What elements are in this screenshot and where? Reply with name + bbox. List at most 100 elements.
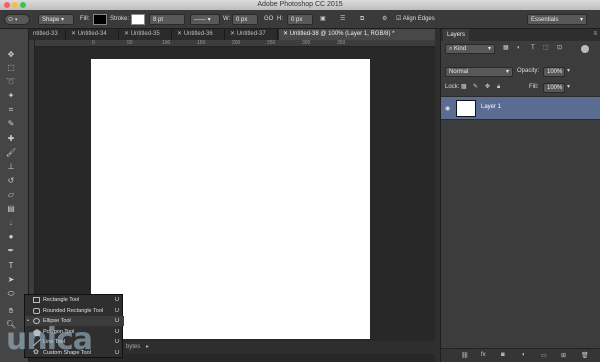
path-operations-icon[interactable]: ▣ xyxy=(320,14,326,25)
lock-transparency-icon[interactable]: ▩ xyxy=(461,83,467,93)
tab-untitled-38[interactable]: ✕ Untitled-38 @ 100% (Layer 1, RGB/8) * xyxy=(279,29,440,40)
rectangle-tool-item[interactable]: Rectangle Tool U xyxy=(25,295,124,305)
history-brush-icon[interactable]: ↺ xyxy=(5,175,17,186)
layers-panel-tabs: Layers ≡ xyxy=(441,29,600,41)
filter-shape-icon[interactable]: ⬚ xyxy=(543,44,549,54)
filter-smart-object-icon[interactable]: ⊡ xyxy=(557,44,562,54)
blend-row: Normal ▾ Opacity: 100% ▾ xyxy=(441,65,600,79)
move-icon[interactable]: ✥ xyxy=(5,49,17,60)
lock-position-icon[interactable]: ✥ xyxy=(485,83,490,93)
height-field[interactable]: 0 px xyxy=(287,14,313,25)
tab-layers[interactable]: Layers xyxy=(443,29,470,41)
healing-icon[interactable]: ✚ xyxy=(5,133,17,144)
mask-icon[interactable]: ◙ xyxy=(501,352,505,358)
stroke-line-icon: —— ▾ xyxy=(194,17,211,23)
fill-swatch[interactable] xyxy=(93,14,107,25)
tab-untitled-36[interactable]: ✕ Untitled-36 xyxy=(173,29,225,40)
link-dimensions-icon[interactable]: GO xyxy=(264,14,273,25)
fill-slider-icon[interactable]: ▾ xyxy=(567,83,570,93)
crop-icon[interactable]: ⌗ xyxy=(5,104,17,115)
tab-untitled-37[interactable]: ✕ Untitled-37 xyxy=(226,29,278,40)
clone-stamp-icon[interactable]: ⊥ xyxy=(5,161,17,172)
lock-label: Lock: xyxy=(445,84,460,90)
horizontal-ruler: 0 50 100 150 200 250 300 350 xyxy=(35,40,440,47)
close-icon[interactable]: ✕ xyxy=(230,31,237,37)
panel-menu-icon[interactable]: ≡ xyxy=(593,31,597,37)
chevron-down-icon: ▾ xyxy=(487,46,491,52)
type-icon[interactable]: T xyxy=(5,260,17,271)
workspace-switcher[interactable]: Essentials ▾ xyxy=(527,14,587,25)
checkbox-check-icon: ☑ xyxy=(396,16,402,22)
zoom-window-button[interactable] xyxy=(20,2,26,8)
tab-untitled-33[interactable]: ntitled-33 xyxy=(29,29,66,40)
filter-toggle-icon[interactable] xyxy=(581,45,589,53)
pen-icon[interactable]: ✒ xyxy=(5,245,17,256)
lock-row: Lock: ▩ ✎ ✥ 🔒︎ Fill: 100% ▾ xyxy=(441,81,600,95)
blur-icon[interactable]: 💧︎ xyxy=(5,217,17,228)
opacity-slider-icon[interactable]: ▾ xyxy=(567,67,570,77)
quick-select-icon[interactable]: ✦ xyxy=(5,90,17,101)
new-layer-icon[interactable]: ⊞ xyxy=(561,352,566,359)
blend-mode-select[interactable]: Normal ▾ xyxy=(445,67,513,77)
document-canvas[interactable] xyxy=(91,59,370,339)
filter-pixel-icon[interactable]: ▦ xyxy=(503,44,509,54)
status-bar: bytes ▸ xyxy=(123,341,440,354)
trash-icon[interactable]: 🗑︎ xyxy=(581,352,589,359)
layer-row[interactable]: ◉ Layer 1 xyxy=(441,96,600,120)
shape-mode-select[interactable]: Shape ▾ xyxy=(38,14,74,25)
stroke-size-field[interactable]: 8 pt xyxy=(149,14,185,25)
tool-preset-picker[interactable]: ⬭ ▾ xyxy=(4,14,30,25)
close-icon[interactable]: ✕ xyxy=(124,31,131,37)
marquee-icon[interactable]: ⬚ xyxy=(5,62,17,73)
path-select-icon[interactable]: ➤ xyxy=(5,274,17,285)
lock-all-icon[interactable]: 🔒︎ xyxy=(497,83,500,93)
close-icon[interactable]: ✕ xyxy=(177,31,184,37)
tab-untitled-34[interactable]: ✕ Untitled-34 xyxy=(67,29,119,40)
fill-label: Fill: xyxy=(80,16,90,22)
lock-pixels-icon[interactable]: ✎ xyxy=(473,83,478,93)
gear-icon[interactable]: ⚙ xyxy=(382,14,387,25)
hand-icon[interactable]: ✋︎ xyxy=(5,305,17,316)
photoshop-window: Adobe Photoshop CC 2015 ⬭ ▾ Shape ▾ Fill… xyxy=(0,0,600,362)
filter-kind-select[interactable]: ⌕ Kind ▾ xyxy=(445,44,495,54)
fill-label: Fill: xyxy=(529,84,539,90)
shape-icon[interactable]: ⬭ xyxy=(5,288,17,299)
tab-untitled-35[interactable]: ✕ Untitled-35 xyxy=(120,29,172,40)
close-icon[interactable]: ✕ xyxy=(283,31,290,37)
chevron-right-icon[interactable]: ▸ xyxy=(146,344,149,350)
lasso-icon[interactable]: ➰ xyxy=(5,76,17,87)
eyedropper-icon[interactable]: ✎ xyxy=(5,118,17,129)
eye-icon[interactable]: ◉ xyxy=(445,105,450,112)
link-icon[interactable]: ⛓ xyxy=(461,352,469,359)
brush-icon[interactable]: 🖌︎ xyxy=(5,147,17,158)
path-arrangement-icon[interactable]: ⧉ xyxy=(360,14,364,25)
group-icon[interactable]: ▭ xyxy=(541,352,547,359)
fx-icon[interactable]: fx xyxy=(481,352,486,358)
fill-field[interactable]: 100% xyxy=(543,83,565,93)
minimize-window-button[interactable] xyxy=(12,2,18,8)
align-edges-checkbox[interactable]: ☑ Align Edges xyxy=(396,14,435,25)
close-window-button[interactable] xyxy=(4,2,10,8)
unica-watermark: unica xyxy=(6,322,93,357)
layer-name[interactable]: Layer 1 xyxy=(481,104,501,110)
search-icon: ⌕ xyxy=(449,46,453,52)
eraser-icon[interactable]: ▱ xyxy=(5,189,17,200)
filter-adjustment-icon[interactable]: ◐ xyxy=(517,44,521,54)
stroke-type-select[interactable]: —— ▾ xyxy=(190,14,220,25)
width-field[interactable]: 0 px xyxy=(232,14,258,25)
opacity-field[interactable]: 100% xyxy=(543,67,565,77)
rounded-rectangle-tool-item[interactable]: Rounded Rectangle Tool U xyxy=(25,306,124,316)
layer-thumbnail xyxy=(456,100,476,117)
filter-type-icon[interactable]: T xyxy=(531,44,535,54)
stroke-swatch[interactable] xyxy=(131,14,145,25)
rounded-rectangle-icon xyxy=(33,308,40,314)
close-icon[interactable]: ✕ xyxy=(71,31,78,37)
height-label: H: xyxy=(277,16,283,22)
dodge-icon[interactable]: ● xyxy=(5,231,17,242)
chevron-down-icon: ▾ xyxy=(505,69,509,75)
path-alignment-icon[interactable]: ☰ xyxy=(340,14,345,25)
layers-panel-footer: ⛓ fx ◙ ◑ ▭ ⊞ 🗑︎ xyxy=(441,348,600,362)
layers-panel: Layers ≡ ⌕ Kind ▾ ▦ ◐ T ⬚ ⊡ Normal ▾ Opa… xyxy=(440,29,600,362)
gradient-icon[interactable]: ▤ xyxy=(5,203,17,214)
adjustment-icon[interactable]: ◑ xyxy=(521,352,525,358)
